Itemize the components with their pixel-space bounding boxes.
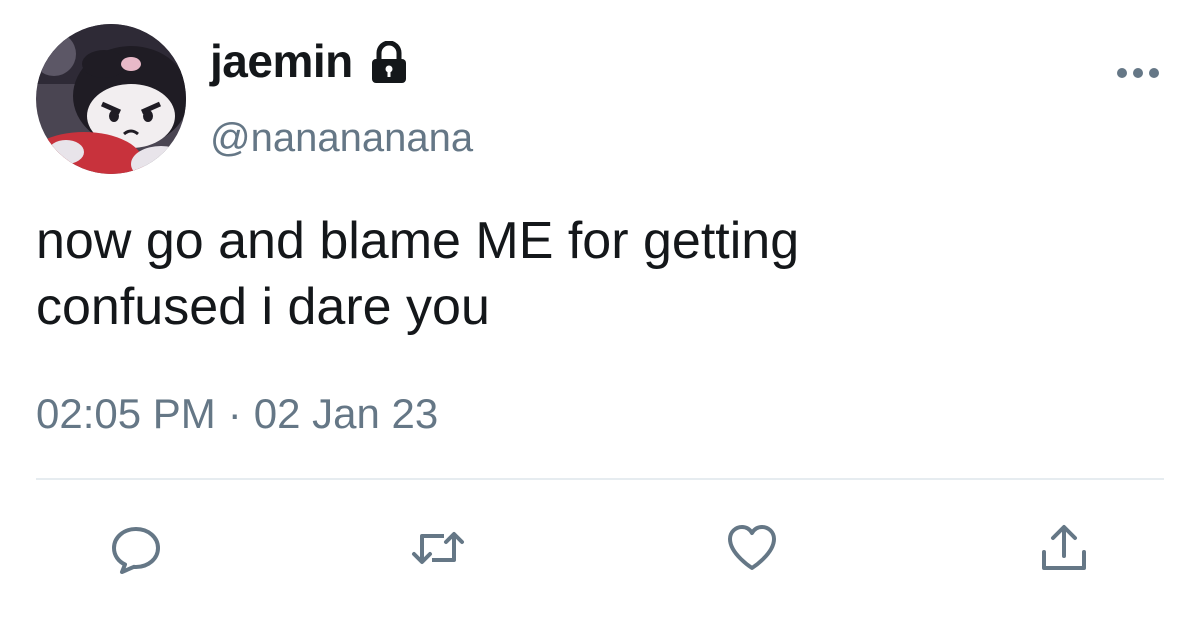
like-button[interactable] bbox=[722, 518, 782, 578]
lock-icon bbox=[369, 40, 409, 85]
action-bar bbox=[0, 510, 1200, 590]
tweet-date: 02 Jan 23 bbox=[253, 390, 439, 437]
avatar-image bbox=[36, 24, 186, 174]
tweet-time: 02:05 PM bbox=[36, 390, 216, 437]
user-handle[interactable]: @nanananana bbox=[210, 116, 473, 161]
reply-button[interactable] bbox=[106, 518, 166, 578]
divider bbox=[36, 478, 1164, 480]
share-button[interactable] bbox=[1034, 518, 1094, 578]
tweet-card: jaemin @nanananana now go and blame ME f… bbox=[0, 0, 1200, 638]
avatar[interactable] bbox=[36, 24, 186, 174]
retweet-icon bbox=[412, 532, 464, 564]
reply-bubble-icon bbox=[112, 527, 160, 574]
retweet-button[interactable] bbox=[408, 518, 468, 578]
timestamp[interactable]: 02:05 PM · 02 Jan 23 bbox=[36, 390, 438, 438]
author-row: jaemin bbox=[210, 34, 409, 88]
timestamp-separator: · bbox=[227, 390, 242, 437]
display-name[interactable]: jaemin bbox=[210, 34, 353, 88]
more-dots-icon[interactable] bbox=[1112, 58, 1164, 88]
heart-icon bbox=[728, 525, 776, 570]
tweet-text: now go and blame ME for getting confused… bbox=[36, 212, 800, 336]
share-upload-icon bbox=[1042, 525, 1086, 570]
